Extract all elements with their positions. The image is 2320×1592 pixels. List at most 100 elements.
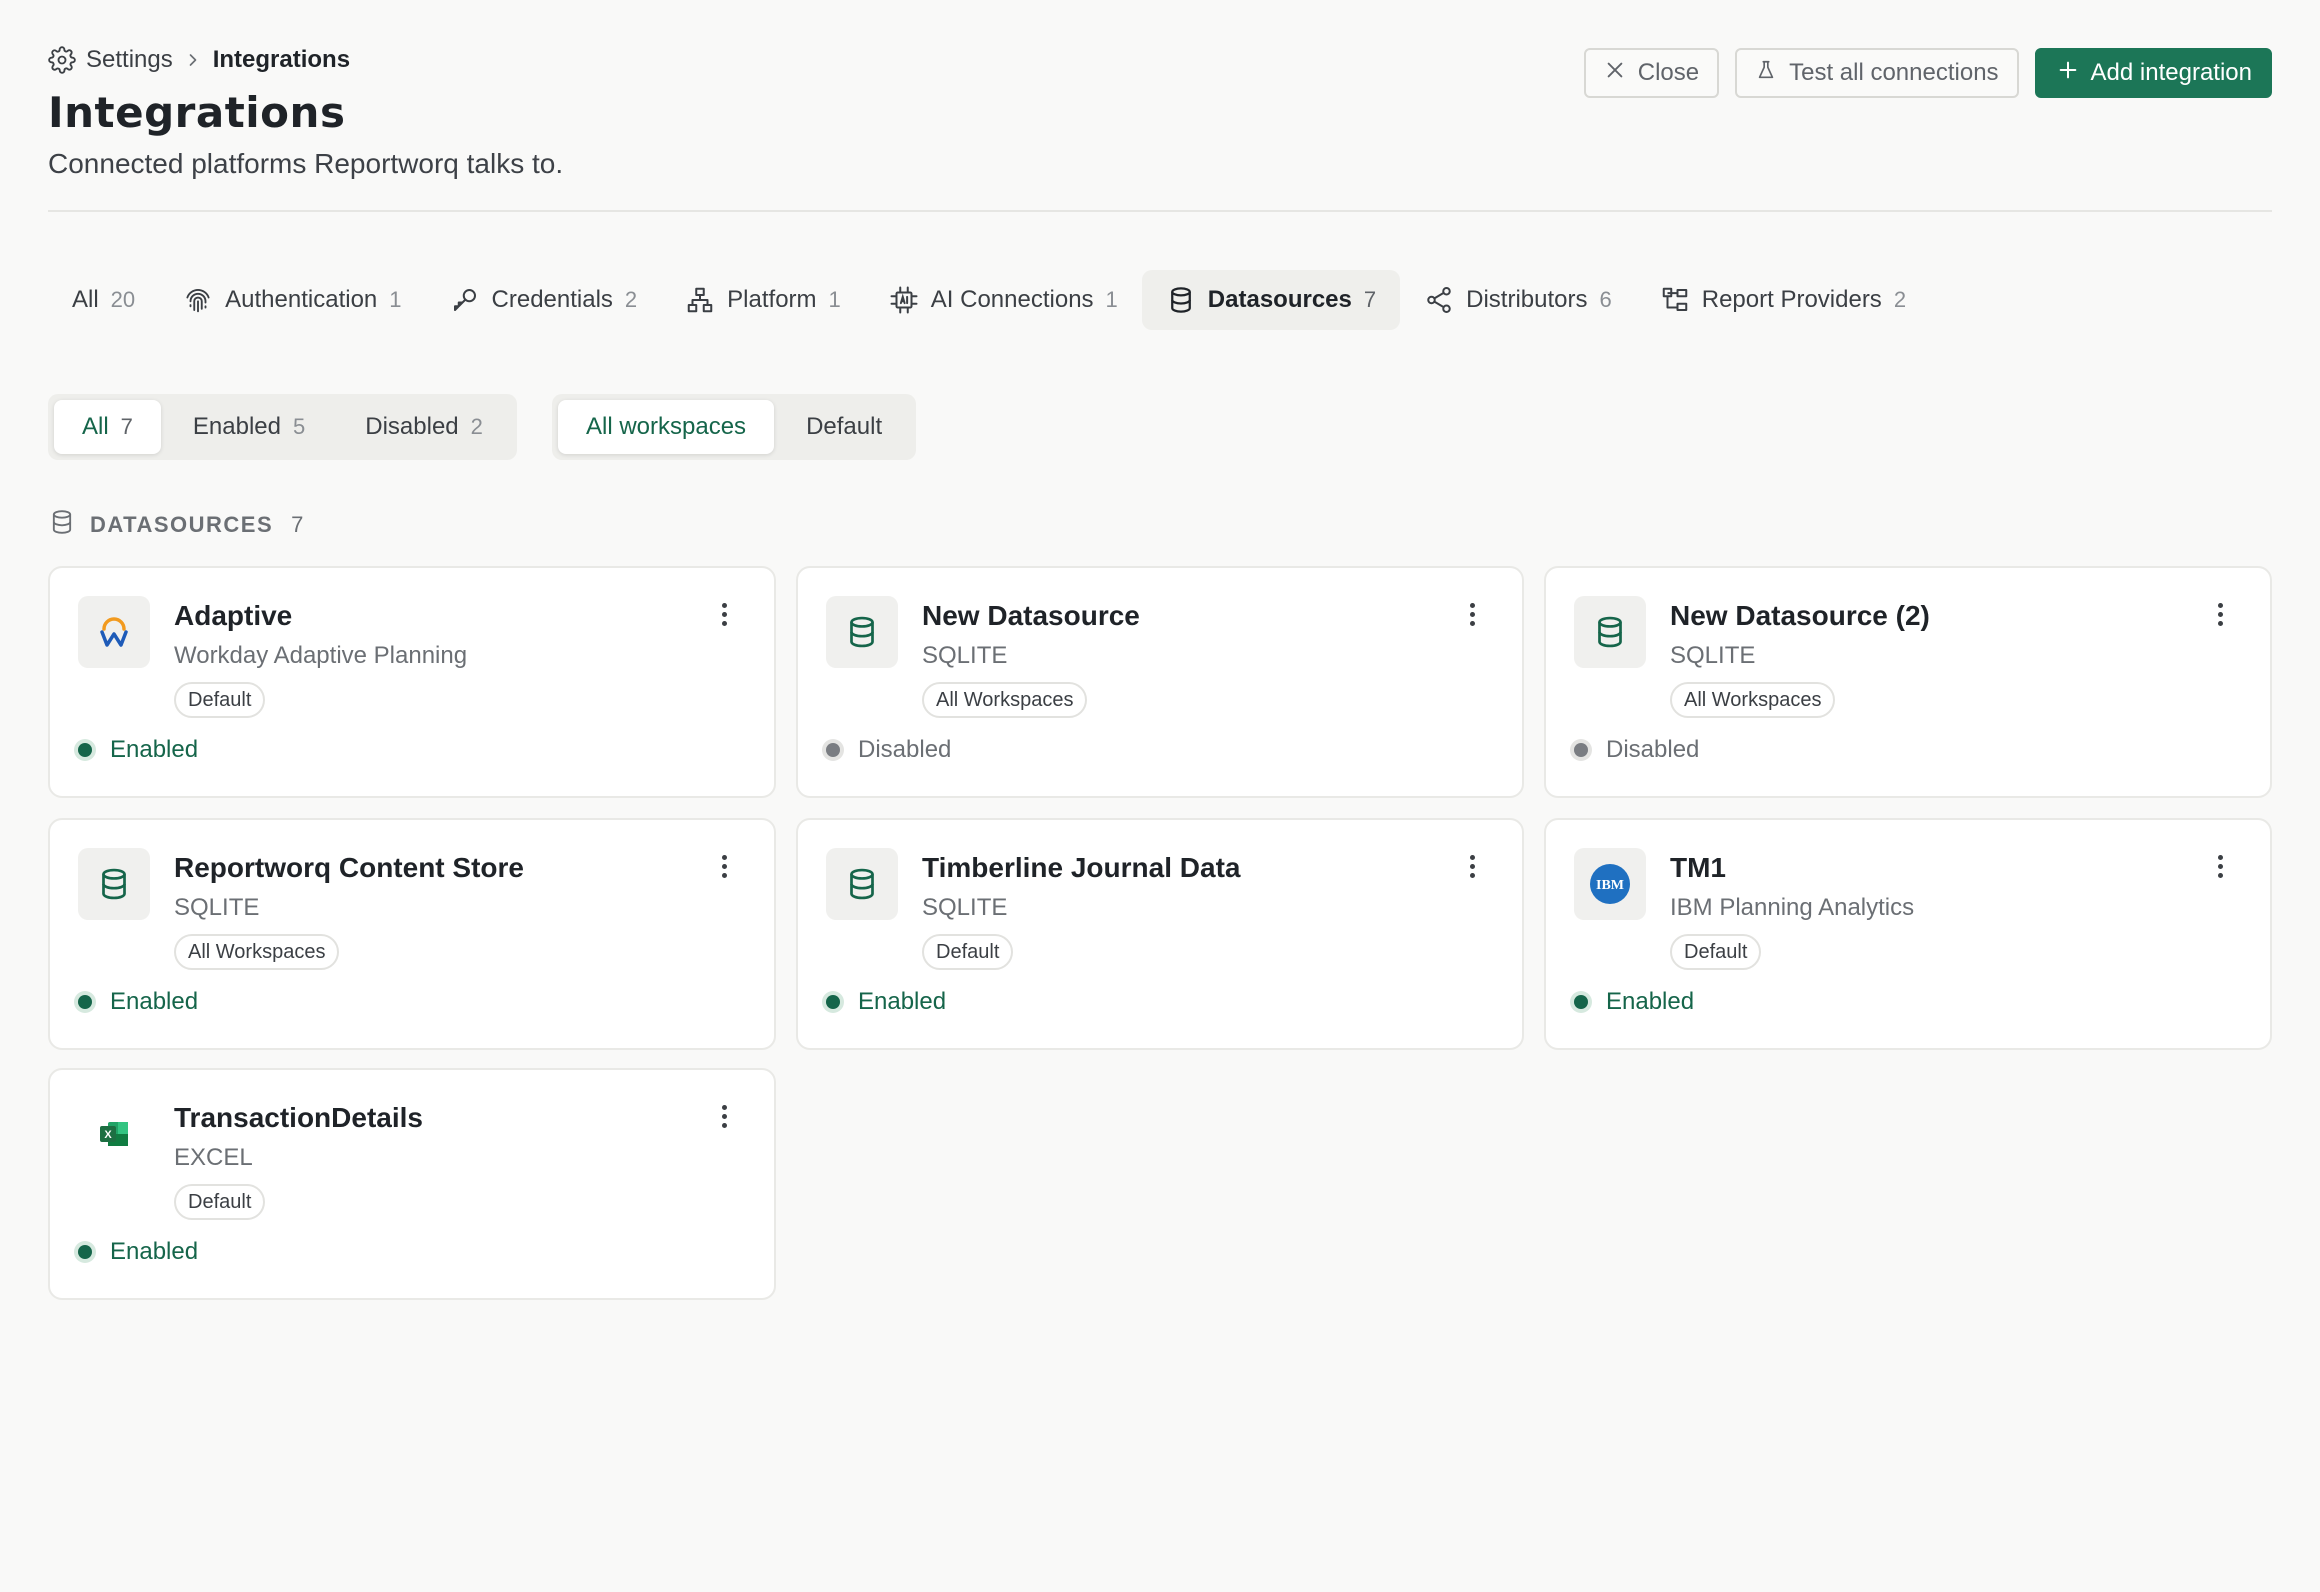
filter-count: 5 bbox=[293, 414, 306, 439]
status-label: Disabled bbox=[858, 736, 952, 763]
workspace-filter-default[interactable]: Default bbox=[778, 400, 910, 454]
tab-authentication[interactable]: Authentication 1 bbox=[159, 270, 425, 330]
section-count: 7 bbox=[291, 511, 304, 537]
filter-count: 2 bbox=[470, 414, 483, 439]
tab-platform[interactable]: Platform 1 bbox=[661, 270, 865, 330]
datasource-card[interactable]: X TransactionDetails EXCEL Default Enabl… bbox=[48, 1068, 776, 1300]
ibm-logo-icon: IBM bbox=[1574, 848, 1646, 920]
tab-credentials[interactable]: Credentials 2 bbox=[426, 270, 662, 330]
more-options-icon[interactable] bbox=[712, 848, 736, 884]
workday-logo-icon bbox=[78, 596, 150, 668]
scope-badge: Default bbox=[174, 1184, 266, 1220]
tab-label: Authentication bbox=[225, 286, 378, 313]
more-options-icon[interactable] bbox=[1460, 848, 1484, 884]
card-type: Workday Adaptive Planning bbox=[174, 642, 468, 669]
card-type: SQLITE bbox=[922, 642, 1008, 669]
workspace-filter: All workspaces Default bbox=[552, 394, 917, 460]
scope-badge: All Workspaces bbox=[1670, 682, 1836, 718]
close-icon bbox=[1604, 59, 1626, 88]
header-divider bbox=[48, 210, 2272, 212]
workspace-filter-all[interactable]: All workspaces bbox=[558, 400, 775, 454]
plus-icon bbox=[2057, 59, 2079, 88]
datasource-card[interactable]: Timberline Journal Data SQLITE Default E… bbox=[796, 818, 1524, 1050]
status-filter-disabled[interactable]: Disabled 2 bbox=[337, 400, 511, 454]
test-all-connections-button[interactable]: Test all connections bbox=[1735, 48, 2019, 98]
datasource-card[interactable]: Adaptive Workday Adaptive Planning Defau… bbox=[48, 566, 776, 798]
status-filter: All 7 Enabled 5 Disabled 2 bbox=[48, 394, 517, 460]
tab-ai-connections[interactable]: AI Connections 1 bbox=[865, 270, 1142, 330]
filter-label: Disabled bbox=[365, 413, 459, 440]
card-name: Reportworq Content Store bbox=[174, 852, 524, 883]
breadcrumb-current: Integrations bbox=[212, 46, 351, 73]
more-options-icon[interactable] bbox=[712, 596, 736, 632]
status-dot-icon bbox=[822, 739, 844, 761]
more-options-icon[interactable] bbox=[1460, 596, 1484, 632]
card-name: TransactionDetails bbox=[174, 1102, 423, 1133]
breadcrumb: Settings Integrations bbox=[48, 46, 350, 74]
scope-badge: Default bbox=[1670, 934, 1762, 970]
test-all-connections-label: Test all connections bbox=[1789, 59, 1999, 86]
card-name: New Datasource bbox=[922, 600, 1140, 631]
svg-text:IBM: IBM bbox=[1596, 878, 1624, 893]
status-dot-icon bbox=[1570, 991, 1592, 1013]
tab-distributors[interactable]: Distributors 6 bbox=[1400, 270, 1636, 330]
more-options-icon[interactable] bbox=[2208, 596, 2232, 632]
scope-badge: Default bbox=[174, 682, 266, 718]
tab-count: 20 bbox=[110, 287, 136, 312]
close-button-label: Close bbox=[1637, 59, 1700, 86]
card-name: Timberline Journal Data bbox=[922, 852, 1241, 883]
more-options-icon[interactable] bbox=[712, 1098, 736, 1134]
excel-icon: X bbox=[78, 1098, 150, 1170]
status-filter-enabled[interactable]: Enabled 5 bbox=[165, 400, 333, 454]
scope-badge: All Workspaces bbox=[922, 682, 1088, 718]
database-icon bbox=[1166, 285, 1196, 315]
card-name: New Datasource (2) bbox=[1670, 600, 1930, 631]
tab-label: Datasources bbox=[1207, 286, 1352, 313]
tab-label: All bbox=[72, 286, 99, 313]
tab-label: Platform bbox=[727, 286, 817, 313]
close-button[interactable]: Close bbox=[1583, 48, 1720, 98]
tab-report-providers[interactable]: Report Providers 2 bbox=[1636, 270, 1930, 330]
gear-icon bbox=[48, 46, 76, 74]
filter-label: All bbox=[82, 413, 109, 440]
page-subtitle: Connected platforms Reportworq talks to. bbox=[48, 148, 564, 179]
status-indicator: Disabled bbox=[1570, 736, 1699, 764]
svg-text:X: X bbox=[104, 1129, 112, 1141]
status-dot-icon bbox=[1570, 739, 1592, 761]
tab-count: 2 bbox=[1893, 287, 1907, 312]
datasource-card[interactable]: New Datasource (2) SQLITE All Workspaces… bbox=[1544, 566, 2272, 798]
status-label: Disabled bbox=[1606, 736, 1700, 763]
key-icon bbox=[450, 285, 480, 315]
card-type: EXCEL bbox=[174, 1144, 253, 1171]
tab-datasources[interactable]: Datasources 7 bbox=[1141, 270, 1401, 330]
tab-all[interactable]: All 20 bbox=[48, 270, 159, 330]
filter-label: All workspaces bbox=[586, 413, 747, 440]
datasource-card[interactable]: IBM TM1 IBM Planning Analytics Default E… bbox=[1544, 818, 2272, 1050]
fingerprint-icon bbox=[183, 285, 213, 315]
breadcrumb-settings-link[interactable]: Settings bbox=[86, 46, 173, 74]
tree-icon bbox=[1660, 285, 1690, 315]
add-integration-button[interactable]: Add integration bbox=[2034, 48, 2272, 98]
tab-count: 1 bbox=[828, 287, 841, 312]
database-icon bbox=[1574, 596, 1646, 668]
database-icon bbox=[78, 848, 150, 920]
card-type: IBM Planning Analytics bbox=[1670, 894, 1915, 921]
status-dot-icon bbox=[74, 739, 96, 761]
status-indicator: Enabled bbox=[822, 988, 946, 1016]
status-label: Enabled bbox=[858, 988, 947, 1015]
scope-badge: Default bbox=[922, 934, 1014, 970]
tab-label: AI Connections bbox=[930, 286, 1094, 313]
card-type: SQLITE bbox=[1670, 642, 1756, 669]
tab-count: 1 bbox=[1105, 287, 1118, 312]
more-options-icon[interactable] bbox=[2208, 848, 2232, 884]
card-name: Adaptive bbox=[174, 600, 293, 631]
database-icon bbox=[826, 848, 898, 920]
datasource-card[interactable]: Reportworq Content Store SQLITE All Work… bbox=[48, 818, 776, 1050]
status-filter-all[interactable]: All 7 bbox=[54, 400, 161, 454]
scope-badge: All Workspaces bbox=[174, 934, 340, 970]
tab-count: 7 bbox=[1363, 287, 1377, 312]
tab-label: Credentials bbox=[491, 286, 613, 313]
datasource-card[interactable]: New Datasource SQLITE All Workspaces Dis… bbox=[796, 566, 1524, 798]
filter-label: Enabled bbox=[192, 413, 281, 440]
network-icon bbox=[685, 285, 715, 315]
